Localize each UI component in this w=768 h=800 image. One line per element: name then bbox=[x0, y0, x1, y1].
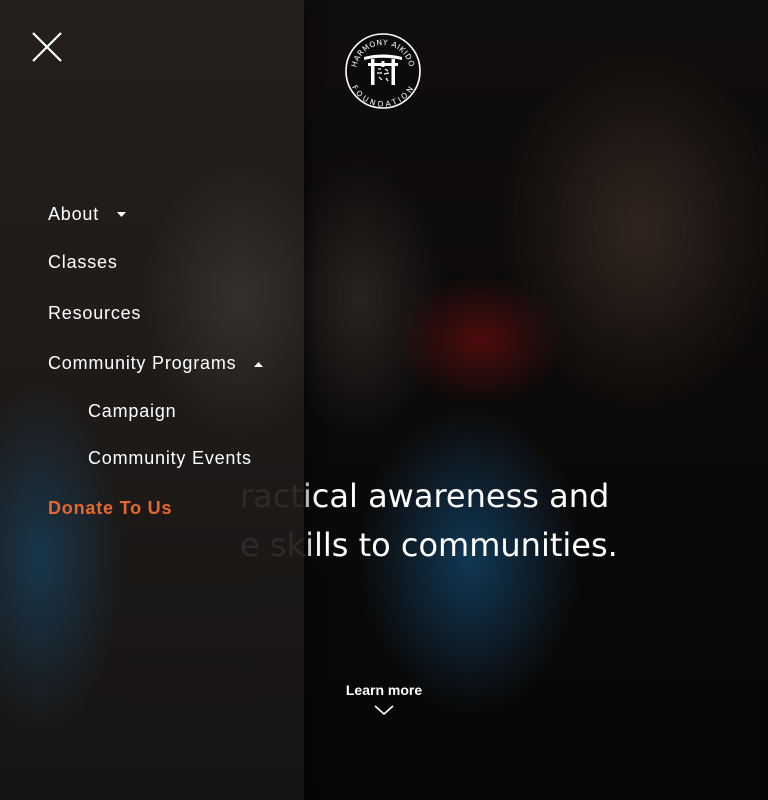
caret-down-icon bbox=[116, 212, 126, 218]
close-icon bbox=[32, 32, 62, 62]
nav-item-donate[interactable]: Donate To Us bbox=[48, 498, 172, 519]
hero-tagline-line-1: ractical awareness and bbox=[240, 477, 610, 515]
nav-subitem-campaign[interactable]: Campaign bbox=[88, 401, 176, 422]
side-menu-panel: About Classes Resources Community Progra… bbox=[0, 0, 304, 800]
nav-item-about[interactable]: About bbox=[48, 204, 126, 225]
close-menu-button[interactable] bbox=[30, 30, 64, 64]
learn-more-label: Learn more bbox=[345, 682, 423, 698]
nav-item-about-label: About bbox=[48, 204, 100, 224]
nav-subitem-community-events[interactable]: Community Events bbox=[88, 448, 252, 469]
caret-up-icon bbox=[254, 362, 264, 368]
hero-tagline-line-2: e skills to communities. bbox=[240, 526, 618, 564]
nav-item-community-programs[interactable]: Community Programs bbox=[48, 353, 264, 374]
nav-item-resources[interactable]: Resources bbox=[48, 303, 141, 324]
nav-item-community-programs-label: Community Programs bbox=[48, 353, 237, 373]
torii-gate-logo: HARMONY AIKIDO FOUNDATION bbox=[345, 33, 421, 109]
chevron-down-icon bbox=[374, 705, 394, 716]
site-logo[interactable]: HARMONY AIKIDO FOUNDATION bbox=[344, 32, 422, 110]
hero-tagline: ractical awareness and e skills to commu… bbox=[240, 472, 720, 570]
nav-item-classes[interactable]: Classes bbox=[48, 252, 118, 273]
learn-more-link[interactable]: Learn more bbox=[334, 682, 434, 716]
